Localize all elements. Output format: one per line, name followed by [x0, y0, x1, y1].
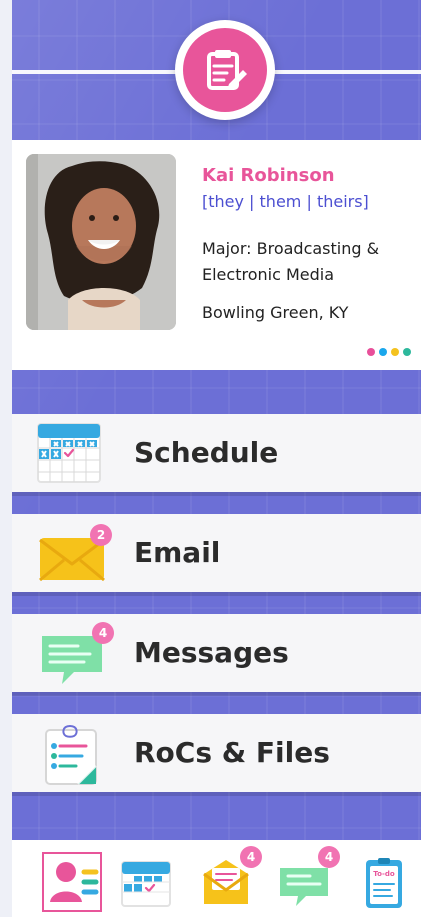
- menu-item-email[interactable]: 2 Email: [12, 514, 421, 592]
- pagination-dot-1[interactable]: [367, 348, 375, 356]
- clipboard-icon: [32, 720, 112, 786]
- bottom-nav-schedule[interactable]: [116, 852, 176, 912]
- profile-photo: [26, 154, 176, 330]
- bottom-messages-badge: 4: [318, 846, 340, 868]
- pagination-dot-2[interactable]: [379, 348, 387, 356]
- messages-badge: 4: [92, 622, 114, 644]
- message-bubble-icon: 4: [32, 620, 114, 686]
- menu-label-email: Email: [134, 536, 221, 569]
- profile-pronouns: [they | them | theirs]: [202, 192, 369, 211]
- calendar-icon: [121, 861, 171, 907]
- profile-card: Kai Robinson [they | them | theirs] Majo…: [12, 140, 421, 370]
- menu-label-messages: Messages: [134, 636, 289, 669]
- menu-item-messages[interactable]: 4 Messages: [12, 614, 421, 692]
- bottom-email-badge: 4: [240, 846, 262, 868]
- menu-item-rocs-files[interactable]: RoCs & Files: [12, 714, 421, 792]
- profile-location: Bowling Green, KY: [202, 303, 349, 322]
- header-badge-inner: [183, 28, 267, 112]
- menu-label-schedule: Schedule: [134, 436, 279, 469]
- todo-list-icon: To-do: [366, 858, 402, 908]
- profile-icon: [50, 862, 99, 902]
- app-screen: Kai Robinson [they | them | theirs] Majo…: [0, 0, 421, 917]
- bottom-navigation: 4 4 To-do: [12, 840, 421, 917]
- bottom-nav-email[interactable]: 4: [196, 846, 262, 912]
- todo-label: To-do: [373, 870, 395, 878]
- profile-major: Major: Broadcasting & Electronic Media: [202, 239, 380, 284]
- bottom-nav-profile[interactable]: [42, 852, 102, 912]
- note-edit-icon: [207, 50, 247, 90]
- profile-name: Kai Robinson: [202, 165, 335, 186]
- header: [12, 0, 421, 140]
- pagination-dot-3[interactable]: [391, 348, 399, 356]
- bottom-nav-messages[interactable]: 4: [274, 846, 340, 912]
- pagination-dots[interactable]: [367, 348, 411, 356]
- bottom-nav-todo[interactable]: To-do: [354, 852, 414, 912]
- header-badge: [175, 20, 275, 120]
- menu-item-schedule[interactable]: Schedule: [12, 414, 421, 492]
- envelope-icon: 2: [32, 520, 112, 586]
- menu-label-rocs-files: RoCs & Files: [134, 736, 330, 769]
- calendar-icon: [32, 420, 112, 486]
- profile-photo-illustration: [26, 154, 176, 330]
- left-edge-strip: [0, 0, 12, 917]
- pagination-dot-4[interactable]: [403, 348, 411, 356]
- email-badge: 2: [90, 524, 112, 546]
